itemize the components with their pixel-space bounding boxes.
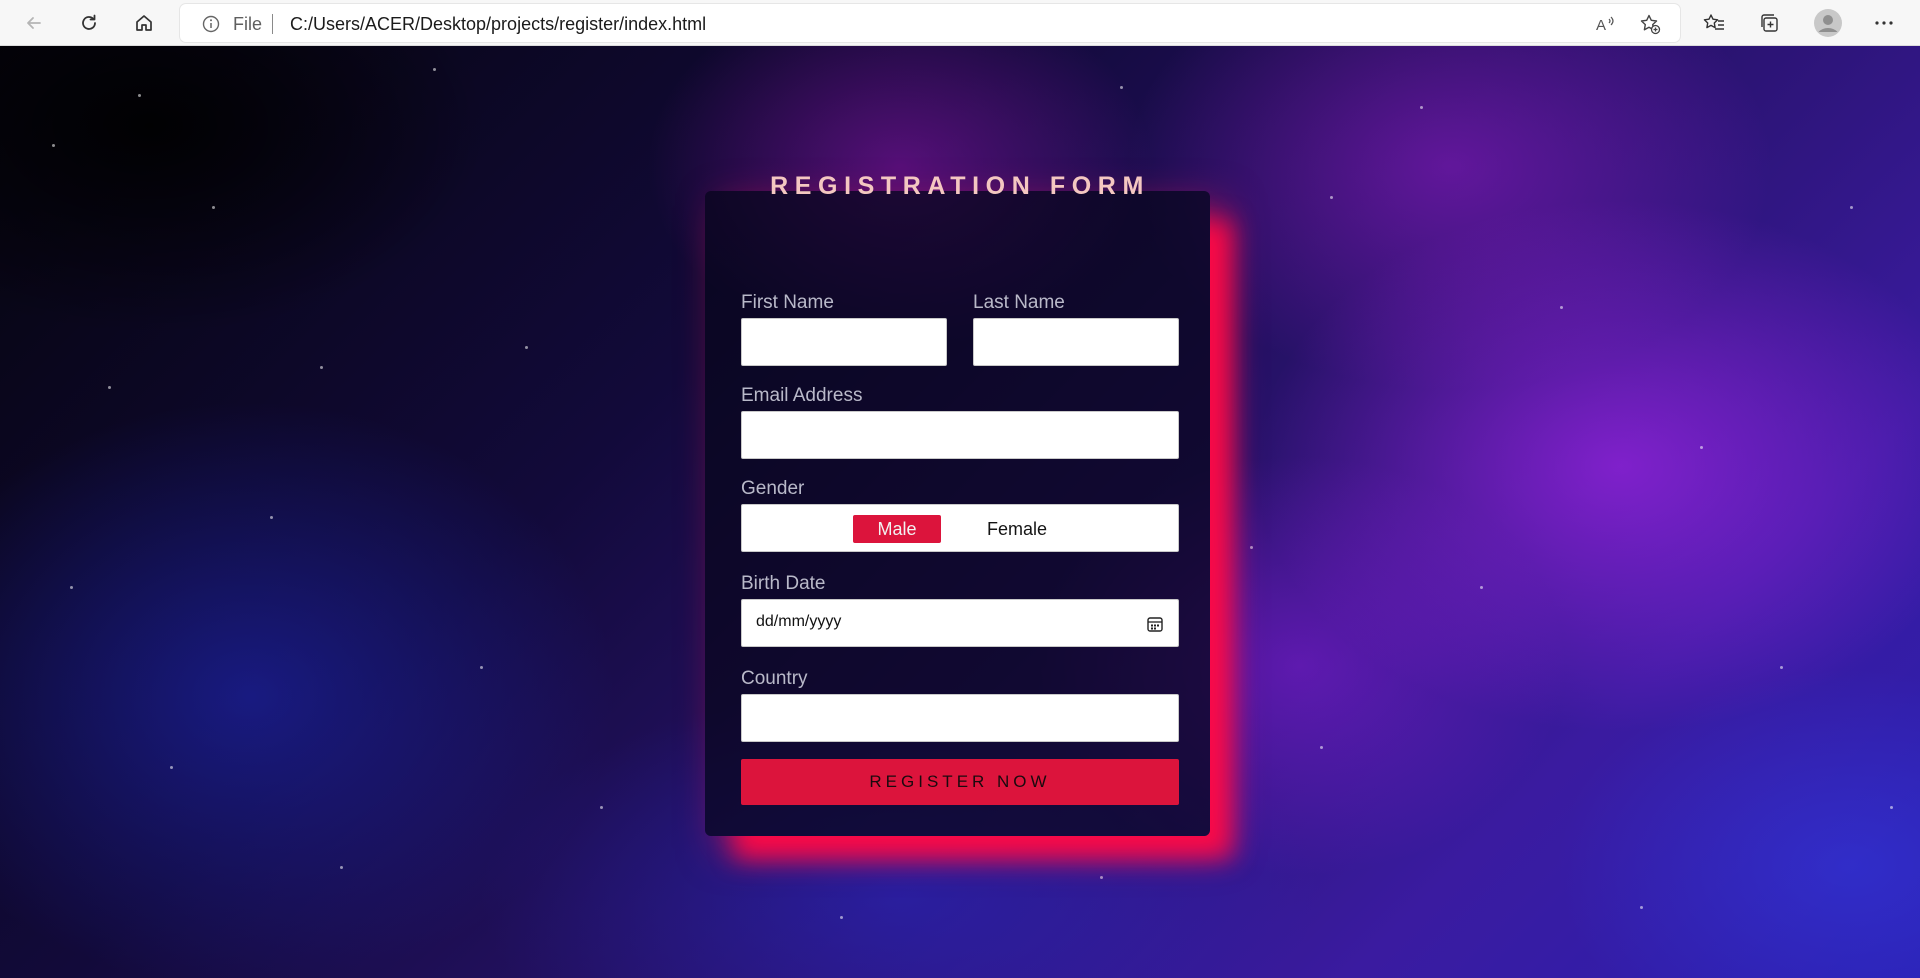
home-icon[interactable]	[128, 7, 160, 39]
back-icon[interactable]	[18, 7, 50, 39]
address-divider	[272, 14, 273, 34]
browser-toolbar: File C:/Users/ACER/Desktop/projects/regi…	[0, 0, 1920, 46]
email-input[interactable]	[741, 411, 1179, 459]
first-name-input[interactable]	[741, 318, 947, 366]
address-bar[interactable]: File C:/Users/ACER/Desktop/projects/regi…	[180, 4, 1680, 42]
register-now-button[interactable]: REGISTER NOW	[741, 759, 1179, 805]
read-aloud-icon[interactable]: A	[1594, 12, 1618, 36]
calendar-icon[interactable]	[1146, 615, 1164, 633]
gender-option-male[interactable]: Male	[853, 515, 941, 543]
svg-text:A: A	[1596, 17, 1606, 34]
address-url[interactable]: C:/Users/ACER/Desktop/projects/register/…	[290, 14, 706, 35]
birth-date-placeholder: dd/mm/yyyy	[756, 613, 842, 630]
form-title: REGISTRATION FORM	[770, 172, 1150, 200]
birth-date-input[interactable]: dd/mm/yyyy	[741, 599, 1179, 647]
add-favorite-icon[interactable]	[1638, 12, 1662, 36]
favorites-icon[interactable]	[1698, 7, 1730, 39]
gender-label: Gender	[741, 478, 805, 499]
last-name-label: Last Name	[973, 292, 1065, 313]
first-name-label: First Name	[741, 292, 834, 313]
site-info-icon[interactable]	[202, 15, 220, 33]
email-label: Email Address	[741, 385, 863, 406]
collections-icon[interactable]	[1753, 7, 1785, 39]
country-label: Country	[741, 668, 808, 689]
birth-date-label: Birth Date	[741, 573, 826, 594]
more-icon[interactable]	[1868, 7, 1900, 39]
gender-selector: Male Female	[741, 504, 1179, 552]
gender-option-female[interactable]: Female	[967, 515, 1067, 543]
country-input[interactable]	[741, 694, 1179, 742]
refresh-icon[interactable]	[73, 7, 105, 39]
address-scheme-label: File	[233, 14, 263, 34]
last-name-input[interactable]	[973, 318, 1179, 366]
profile-avatar[interactable]	[1812, 7, 1844, 39]
